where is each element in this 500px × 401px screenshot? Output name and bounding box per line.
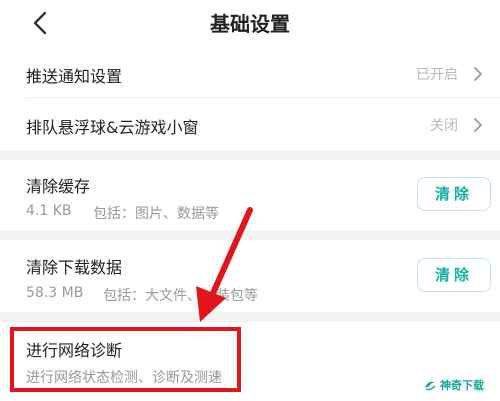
clear-download-row: 清除下载数据 58.3 MB 包括：大文件、 装包等 清除 <box>0 240 500 312</box>
section-separator <box>0 230 500 240</box>
download-detail: 包括：大文件、 <box>103 288 201 304</box>
floating-ball-value: 关闭 <box>430 118 458 134</box>
push-notification-label: 推送通知设置 <box>26 67 123 86</box>
cache-size: 4.1 KB <box>26 203 72 219</box>
floating-ball-row[interactable]: 排队悬浮球&云游戏小窗 关闭 <box>0 98 500 150</box>
watermark-text: 神奇下载 <box>440 379 484 392</box>
clear-cache-button[interactable]: 清除 <box>417 177 491 211</box>
watermark: 神奇下载 <box>423 376 484 394</box>
section-separator <box>0 150 500 160</box>
watermark-logo-icon <box>425 381 436 391</box>
floating-ball-label: 排队悬浮球&云游戏小窗 <box>26 118 199 137</box>
app-header: 基础设置 <box>0 0 500 46</box>
download-detail-tail: 装包等 <box>216 288 258 304</box>
clear-cache-title: 清除缓存 <box>26 177 91 196</box>
chevron-right-icon <box>470 66 486 82</box>
clear-download-title: 清除下载数据 <box>26 258 123 277</box>
push-notification-row[interactable]: 推送通知设置 已开启 <box>0 46 500 98</box>
chevron-right-icon <box>470 117 486 133</box>
highlight-box <box>10 327 241 392</box>
cache-detail: 包括：图片、数据等 <box>93 206 219 222</box>
clear-download-button[interactable]: 清除 <box>417 258 491 292</box>
push-notification-value: 已开启 <box>416 67 458 83</box>
page-title: 基础设置 <box>210 12 290 36</box>
download-size: 58.3 MB <box>26 285 84 301</box>
section-separator <box>0 312 500 322</box>
clear-cache-row: 清除缓存 4.1 KB 包括：图片、数据等 清除 <box>0 160 500 230</box>
